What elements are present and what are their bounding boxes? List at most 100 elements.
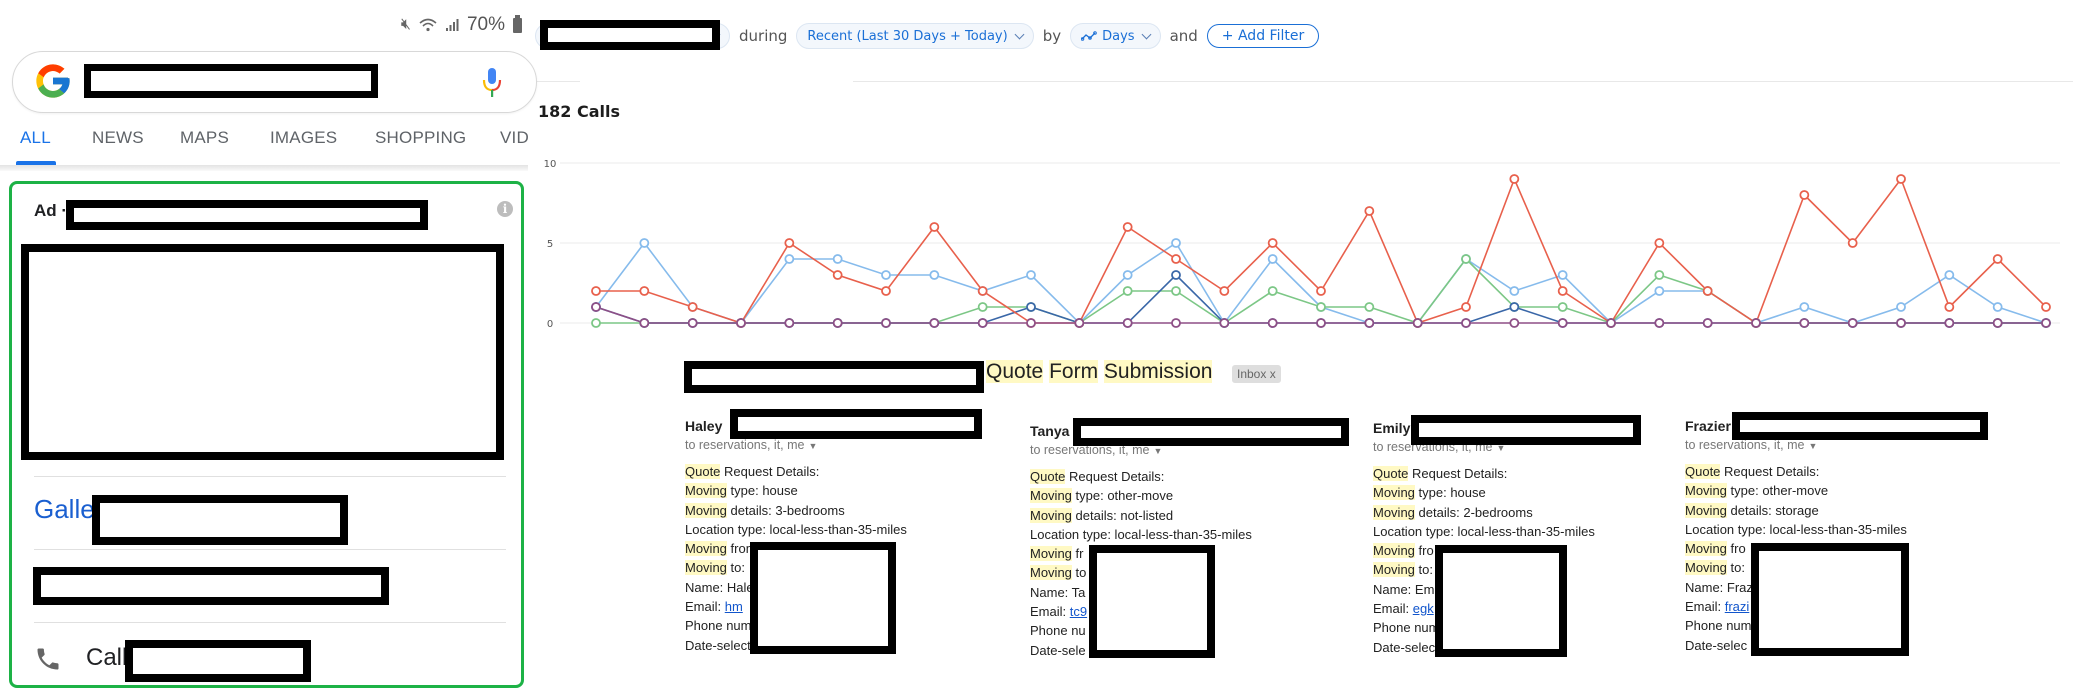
recipients[interactable]: to reservations, it, me ▼ [1685, 438, 1907, 452]
tab-news[interactable]: NEWS [92, 128, 144, 148]
tab-all[interactable]: ALL [20, 128, 51, 148]
series-purple-point[interactable] [1896, 318, 1906, 328]
series-purple-point[interactable] [1412, 318, 1423, 328]
tab-maps[interactable]: MAPS [180, 128, 229, 148]
tab-shopping[interactable]: SHOPPING [375, 128, 466, 148]
series-red-point[interactable] [1364, 206, 1375, 216]
series-red-point[interactable] [784, 238, 795, 248]
interval-select[interactable]: Days [1070, 23, 1161, 49]
date-range-select[interactable]: Recent (Last 30 Days + Today) [796, 23, 1034, 49]
series-purple-point[interactable] [736, 318, 746, 328]
series-purple-point[interactable] [881, 318, 891, 328]
series-red-point[interactable] [1171, 254, 1181, 264]
series-purple-point[interactable] [1992, 318, 2003, 328]
series-purple-point[interactable] [2041, 318, 2051, 328]
series-purple-point[interactable] [639, 318, 650, 328]
series-red-point[interactable] [832, 270, 843, 280]
series-red-point[interactable] [1219, 286, 1230, 296]
series-red-point[interactable] [1122, 222, 1133, 232]
caret-down-icon[interactable]: ▼ [809, 441, 818, 451]
series-light-blue-point[interactable] [1992, 302, 2003, 312]
series-green-point[interactable] [1122, 286, 1133, 296]
series-light-blue-point[interactable] [1557, 270, 1568, 280]
series-purple-point[interactable] [687, 318, 698, 328]
series-light-blue-point[interactable] [1267, 254, 1278, 264]
series-red-point[interactable] [1799, 190, 1810, 200]
tab-videos[interactable]: VID [500, 128, 529, 148]
series-red-point[interactable] [929, 222, 940, 232]
tab-images[interactable]: IMAGES [270, 128, 337, 148]
series-light-blue-point[interactable] [881, 270, 891, 280]
series-light-blue-point[interactable] [1122, 270, 1133, 280]
series-purple-point[interactable] [929, 318, 940, 328]
series-red-point[interactable] [639, 286, 650, 296]
series-red-point[interactable] [881, 286, 891, 296]
series-red-point[interactable] [1896, 174, 1906, 184]
series-light-blue-point[interactable] [1944, 270, 1955, 280]
series-red-point[interactable] [1702, 286, 1713, 296]
series-purple-point[interactable] [1557, 318, 1568, 328]
series-light-blue-point[interactable] [784, 254, 795, 264]
series-purple-point[interactable] [1171, 318, 1181, 328]
series-green-point[interactable] [1364, 302, 1375, 312]
series-light-blue-point[interactable] [1896, 302, 1906, 312]
series-purple-point[interactable] [1702, 318, 1713, 328]
series-green-point[interactable] [1654, 270, 1665, 280]
caret-down-icon[interactable]: ▼ [1809, 441, 1818, 451]
series-red-point[interactable] [1654, 238, 1665, 248]
series-light-blue-point[interactable] [832, 254, 843, 264]
series-red-point[interactable] [2041, 302, 2051, 312]
series-light-blue-point[interactable] [1171, 238, 1181, 248]
series-red-point[interactable] [591, 286, 601, 296]
series-purple-point[interactable] [1799, 318, 1810, 328]
ad-card[interactable]: Ad · i Galler Call [9, 181, 524, 688]
series-green-point[interactable] [1461, 254, 1471, 264]
series-purple-point[interactable] [1751, 318, 1761, 328]
inbox-label-badge[interactable]: Inbox x [1232, 365, 1281, 383]
series-purple-point[interactable] [977, 318, 988, 328]
series-light-blue-point[interactable] [1654, 286, 1665, 296]
series-purple-point[interactable] [591, 302, 601, 312]
microphone-icon[interactable] [481, 66, 503, 100]
series-red-point[interactable] [1557, 286, 1568, 296]
series-red-point[interactable] [1944, 302, 1955, 312]
series-light-blue-point[interactable] [1799, 302, 1810, 312]
series-light-blue-point[interactable] [1509, 286, 1520, 296]
series-red-point[interactable] [1316, 286, 1326, 296]
email-link[interactable]: frazi [1725, 599, 1750, 614]
series-light-blue-point[interactable] [639, 238, 650, 248]
series-green-point[interactable] [1171, 286, 1181, 296]
series-purple-point[interactable] [1026, 318, 1036, 328]
series-purple-point[interactable] [1074, 318, 1085, 328]
email-link[interactable]: egk [1413, 601, 1434, 616]
series-light-blue-point[interactable] [929, 270, 940, 280]
series-green-point[interactable] [1316, 302, 1326, 312]
series-dark-blue-point[interactable] [1171, 270, 1181, 280]
series-purple-point[interactable] [1606, 318, 1616, 328]
series-red-point[interactable] [1461, 302, 1471, 312]
series-red-point[interactable] [1267, 238, 1278, 248]
recipients[interactable]: to reservations, it, me ▼ [685, 438, 907, 452]
info-icon[interactable]: i [497, 201, 513, 217]
series-green-point[interactable] [591, 318, 601, 328]
series-purple-point[interactable] [1364, 318, 1375, 328]
series-green-point[interactable] [977, 302, 988, 312]
series-red-point[interactable] [687, 302, 698, 312]
email-link[interactable]: tc9 [1070, 604, 1087, 619]
series-purple-point[interactable] [1944, 318, 1955, 328]
series-red-point[interactable] [1509, 174, 1520, 184]
series-purple-point[interactable] [1219, 318, 1230, 328]
series-dark-blue-point[interactable] [1026, 302, 1036, 312]
series-purple-point[interactable] [1847, 318, 1858, 328]
series-green-point[interactable] [1557, 302, 1568, 312]
series-purple-point[interactable] [1509, 318, 1520, 328]
search-box[interactable] [12, 51, 537, 113]
email-link[interactable]: hm [725, 599, 743, 614]
series-dark-blue-point[interactable] [1509, 302, 1520, 312]
series-red-point[interactable] [977, 286, 988, 296]
series-purple-point[interactable] [1654, 318, 1665, 328]
series-red-point[interactable] [1992, 254, 2003, 264]
caret-down-icon[interactable]: ▼ [1154, 446, 1163, 456]
series-green-point[interactable] [1267, 286, 1278, 296]
series-red-point[interactable] [1847, 238, 1858, 248]
